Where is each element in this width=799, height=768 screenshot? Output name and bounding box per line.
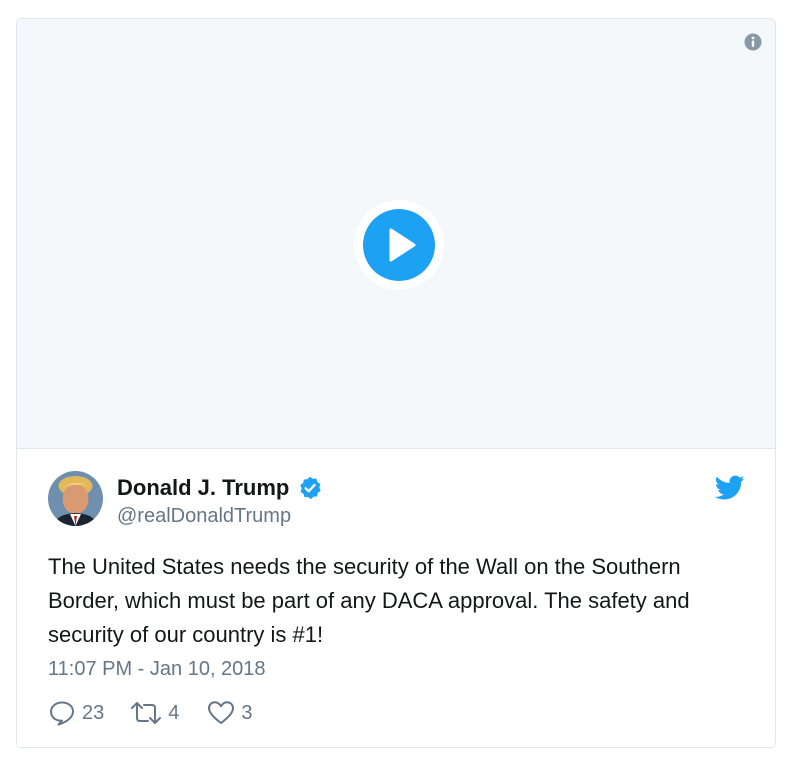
like-button[interactable]: 3 (207, 700, 253, 726)
like-count: 3 (241, 701, 253, 724)
play-button[interactable] (354, 200, 444, 290)
tweet-body: Donald J. Trump @realDonaldTrump The Uni… (17, 448, 775, 747)
reply-count: 23 (82, 701, 105, 724)
embedded-tweet-card: Donald J. Trump @realDonaldTrump The Uni… (16, 18, 776, 748)
video-media[interactable] (17, 19, 775, 448)
info-icon[interactable] (744, 33, 762, 51)
tweet-actions: 23 4 3 (48, 700, 253, 726)
avatar[interactable] (48, 471, 103, 526)
tweet-text: The United States needs the security of … (48, 554, 690, 647)
play-icon (363, 209, 435, 281)
verified-badge-icon (300, 476, 322, 500)
author-display-name[interactable]: Donald J. Trump (117, 475, 289, 501)
reply-button[interactable]: 23 (48, 700, 104, 726)
heart-icon (208, 701, 235, 724)
author-handle[interactable]: @realDonaldTrump (117, 505, 291, 528)
retweet-count: 4 (168, 701, 180, 724)
author-name-row: Donald J. Trump (117, 475, 323, 501)
reply-icon (50, 701, 74, 726)
twitter-bird-icon[interactable] (714, 475, 745, 501)
tweet-timestamp[interactable]: 11:07 PM - Jan 10, 2018 (48, 658, 266, 681)
retweet-button[interactable]: 4 (130, 701, 179, 725)
retweet-icon (131, 702, 162, 724)
